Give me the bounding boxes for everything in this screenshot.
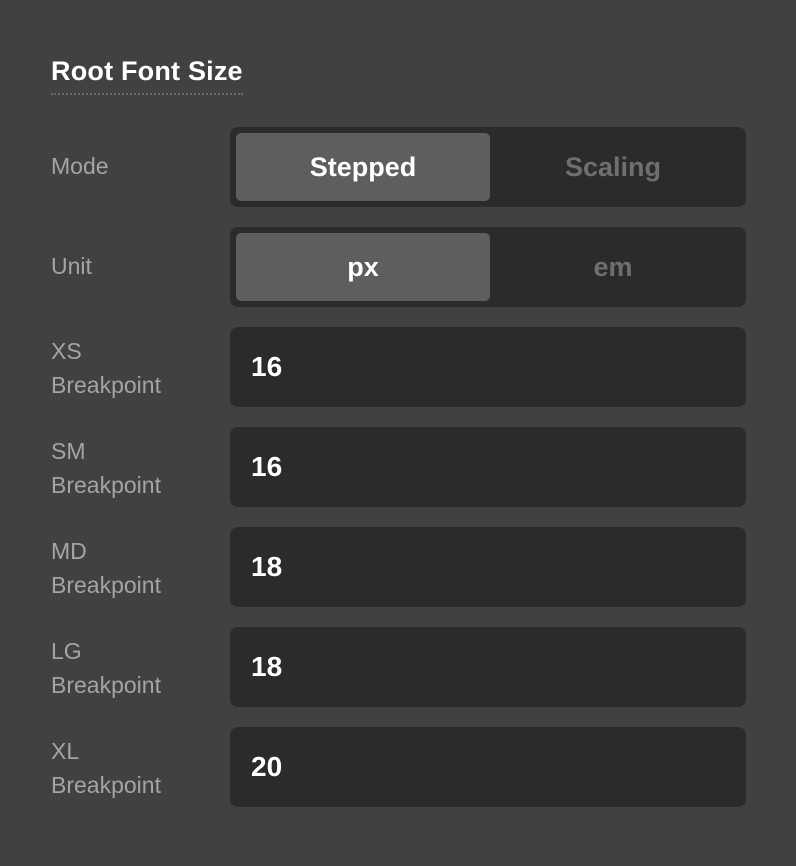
xs-breakpoint-input[interactable]: 16 xyxy=(230,327,746,407)
sm-size-label: SM xyxy=(51,438,86,464)
mode-segmented-control: Stepped Scaling xyxy=(230,127,746,207)
xs-size-label: XS xyxy=(51,338,82,364)
xs-breakpoint-row: XS Breakpoint 16 xyxy=(0,327,796,407)
sm-breakpoint-row: SM Breakpoint 16 xyxy=(0,427,796,507)
section-title: Root Font Size xyxy=(51,56,243,95)
mode-row: Mode Stepped Scaling xyxy=(0,127,796,207)
xl-breakpoint-row: XL Breakpoint 20 xyxy=(0,727,796,807)
md-suffix-label: Breakpoint xyxy=(51,572,161,598)
unit-option-px[interactable]: px xyxy=(236,233,490,301)
xl-size-label: XL xyxy=(51,738,80,764)
lg-suffix-label: Breakpoint xyxy=(51,672,161,698)
xl-breakpoint-label: XL Breakpoint xyxy=(51,734,161,802)
xs-breakpoint-label: XS Breakpoint xyxy=(51,334,161,402)
mode-option-stepped[interactable]: Stepped xyxy=(236,133,490,201)
mode-option-scaling[interactable]: Scaling xyxy=(486,133,740,201)
unit-label: Unit xyxy=(51,253,92,279)
lg-breakpoint-label: LG Breakpoint xyxy=(51,634,161,702)
xl-suffix-label: Breakpoint xyxy=(51,772,161,798)
lg-breakpoint-input[interactable]: 18 xyxy=(230,627,746,707)
sm-breakpoint-input[interactable]: 16 xyxy=(230,427,746,507)
lg-size-label: LG xyxy=(51,638,82,664)
md-breakpoint-row: MD Breakpoint 18 xyxy=(0,527,796,607)
unit-segmented-control: px em xyxy=(230,227,746,307)
sm-suffix-label: Breakpoint xyxy=(51,472,161,498)
md-breakpoint-label: MD Breakpoint xyxy=(51,534,161,602)
unit-row: Unit px em xyxy=(0,227,796,307)
xs-suffix-label: Breakpoint xyxy=(51,372,161,398)
unit-option-em[interactable]: em xyxy=(486,233,740,301)
lg-breakpoint-row: LG Breakpoint 18 xyxy=(0,627,796,707)
md-breakpoint-input[interactable]: 18 xyxy=(230,527,746,607)
xl-breakpoint-input[interactable]: 20 xyxy=(230,727,746,807)
mode-label: Mode xyxy=(51,153,109,179)
sm-breakpoint-label: SM Breakpoint xyxy=(51,434,161,502)
md-size-label: MD xyxy=(51,538,87,564)
